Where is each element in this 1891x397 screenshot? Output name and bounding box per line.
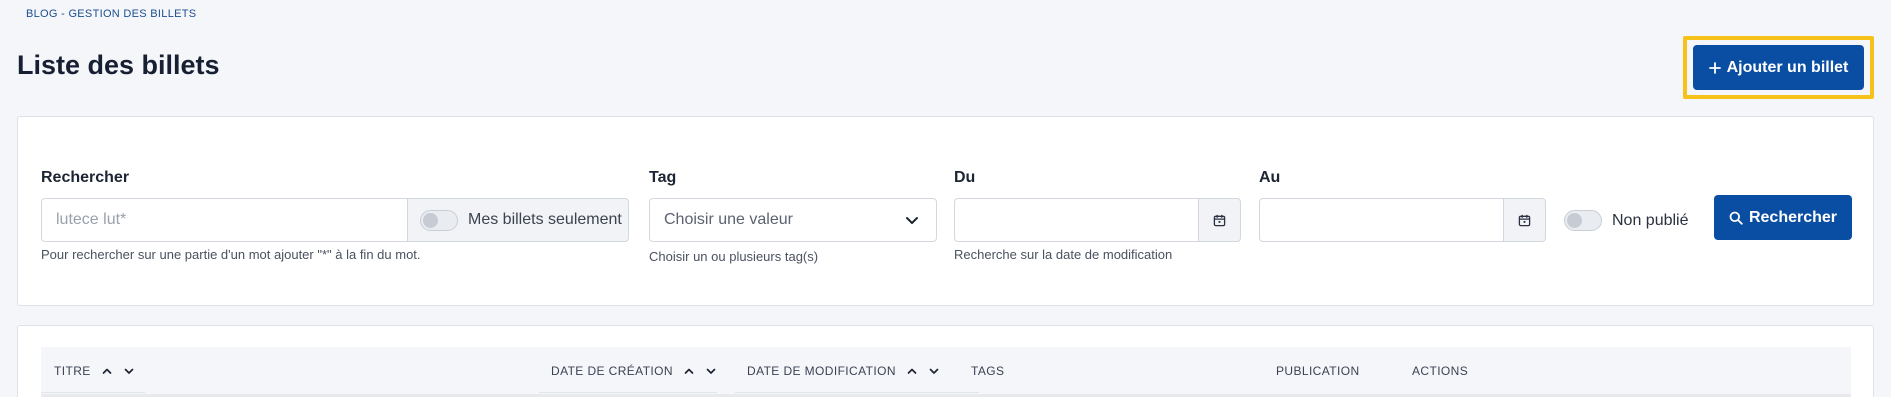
mine-only-toggle[interactable] [420,209,458,231]
column-created-label: DATE DE CRÉATION [551,364,673,378]
tag-select-value: Choisir une valeur [664,211,793,228]
from-calendar-button[interactable] [1199,198,1241,242]
sort-ascending-icon[interactable] [101,365,113,377]
sort-ascending-icon[interactable] [906,365,918,377]
column-header-publication: PUBLICATION [1276,364,1360,378]
from-date-input[interactable] [954,198,1199,242]
unpublished-toggle[interactable] [1564,210,1602,231]
search-button[interactable]: Rechercher [1714,195,1852,240]
column-title-label: TITRE [54,364,91,378]
tag-select[interactable]: Choisir une valeur [649,198,937,242]
chevron-down-icon [906,217,918,224]
from-date-help: Recherche sur la date de modification [954,247,1173,262]
calendar-icon [1518,214,1531,226]
from-date-group [954,198,1241,242]
tag-label: Tag [649,169,677,186]
column-publication-label: PUBLICATION [1276,364,1360,378]
unpublished-label: Non publié [1612,211,1689,229]
posts-table-panel: TITRE DATE DE CRÉATION DATE DE MODIFICAT… [17,325,1874,397]
add-button-focus-ring: Ajouter un billet [1683,36,1874,99]
search-label: Rechercher [41,169,130,186]
to-date-group [1259,198,1546,242]
to-date-label: Au [1259,169,1281,186]
unpublished-filter: Non publié [1564,210,1689,231]
column-header-modified: DATE DE MODIFICATION [747,364,940,378]
column-tags-label: TAGS [971,364,1005,378]
mine-only-addon: Mes billets seulement [407,198,629,242]
column-header-tags: TAGS [971,364,1004,378]
to-calendar-button[interactable] [1504,198,1546,242]
breadcrumb[interactable]: BLOG - GESTION DES BILLETS [26,8,196,20]
table-header: TITRE DATE DE CRÉATION DATE DE MODIFICAT… [41,347,1851,394]
page-title: Liste des billets [17,50,220,80]
add-post-label: Ajouter un billet [1726,58,1849,76]
sort-descending-icon[interactable] [928,365,940,377]
search-help: Pour rechercher sur une partie d'un mot … [41,247,421,262]
search-icon [1729,211,1743,225]
search-button-label: Rechercher [1748,208,1838,226]
column-actions-label: ACTIONS [1412,364,1469,378]
from-date-label: Du [954,169,976,186]
search-input[interactable] [41,198,408,242]
column-header-title: TITRE [54,364,135,378]
column-header-created: DATE DE CRÉATION [551,364,717,378]
add-post-button[interactable]: Ajouter un billet [1693,45,1864,90]
sort-controls [683,365,717,377]
sort-descending-icon[interactable] [705,365,717,377]
sort-ascending-icon[interactable] [683,365,695,377]
mine-only-label: Mes billets seulement [468,211,622,228]
sort-controls [906,365,940,377]
filter-panel: Rechercher Mes billets seulement Pour re… [17,116,1874,306]
to-date-input[interactable] [1259,198,1504,242]
sort-controls [101,365,135,377]
calendar-icon [1213,214,1226,226]
plus-icon [1708,61,1721,74]
sort-descending-icon[interactable] [123,365,135,377]
column-header-actions: ACTIONS [1412,364,1468,378]
tag-help: Choisir un ou plusieurs tag(s) [649,249,819,264]
column-modified-label: DATE DE MODIFICATION [747,364,896,378]
